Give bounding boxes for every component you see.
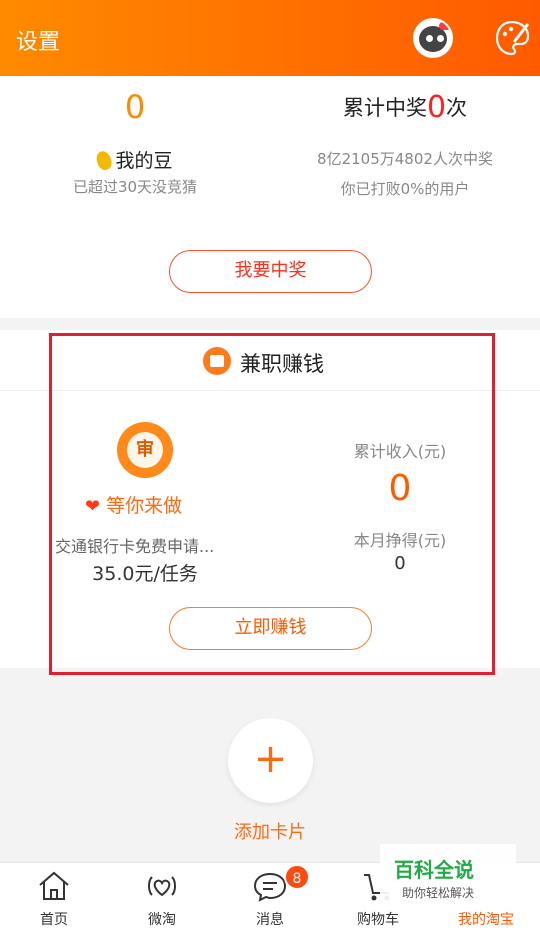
avatar-bow: [439, 22, 451, 30]
watermark-subtitle: 助你轻松解决: [402, 886, 475, 900]
prize-title: 累计中奖0次: [270, 90, 540, 125]
beans-title-label: 我的豆: [115, 150, 173, 172]
tab-weitao[interactable]: 微淘: [108, 863, 216, 932]
beans-count: 0: [124, 88, 146, 126]
skin-palette-icon[interactable]: [494, 18, 530, 58]
avatar-eye-right: [437, 35, 444, 42]
beans-subtitle: 已超过30天没竞猜: [72, 178, 198, 196]
lottery-section: 0 我的豆 已超过30天没竞猜 累计中奖0次 8亿2105万4802人次中奖 你…: [0, 76, 540, 318]
prize-label-after: 次: [446, 96, 468, 120]
watermark: 百科全说 助你轻松解决: [380, 844, 516, 906]
my-beans-link[interactable]: 我的豆: [0, 146, 270, 173]
message-icon: [253, 872, 287, 902]
prize-count: 0: [426, 90, 447, 125]
tab-profile-label: 我的淘宝: [458, 912, 514, 928]
top-header: 设置: [0, 0, 540, 76]
prize-label-before: 累计中奖: [342, 96, 427, 120]
tab-home-label: 首页: [40, 912, 68, 928]
add-card-label[interactable]: 添加卡片: [0, 818, 540, 844]
highlight-frame: [49, 333, 495, 675]
message-badge: 8: [284, 864, 310, 890]
home-icon: [39, 871, 69, 900]
prize-beat: 你已打败0%的用户: [340, 180, 470, 198]
avatar-eye-left: [426, 35, 433, 42]
tab-cart-label: 购物车: [357, 912, 399, 928]
add-card-button[interactable]: +: [228, 718, 313, 803]
settings-link[interactable]: 设置: [16, 24, 60, 56]
watermark-title: 百科全说: [394, 858, 474, 882]
prize-total: 8亿2105万4802人次中奖: [317, 150, 493, 168]
bean-icon: [94, 149, 115, 172]
weitao-icon: [148, 876, 176, 897]
win-prize-button[interactable]: 我要中奖: [169, 250, 372, 293]
tab-home[interactable]: 首页: [0, 863, 108, 932]
tab-message-label: 消息: [256, 912, 284, 928]
user-avatar[interactable]: [413, 18, 453, 58]
tab-weitao-label: 微淘: [148, 912, 176, 928]
